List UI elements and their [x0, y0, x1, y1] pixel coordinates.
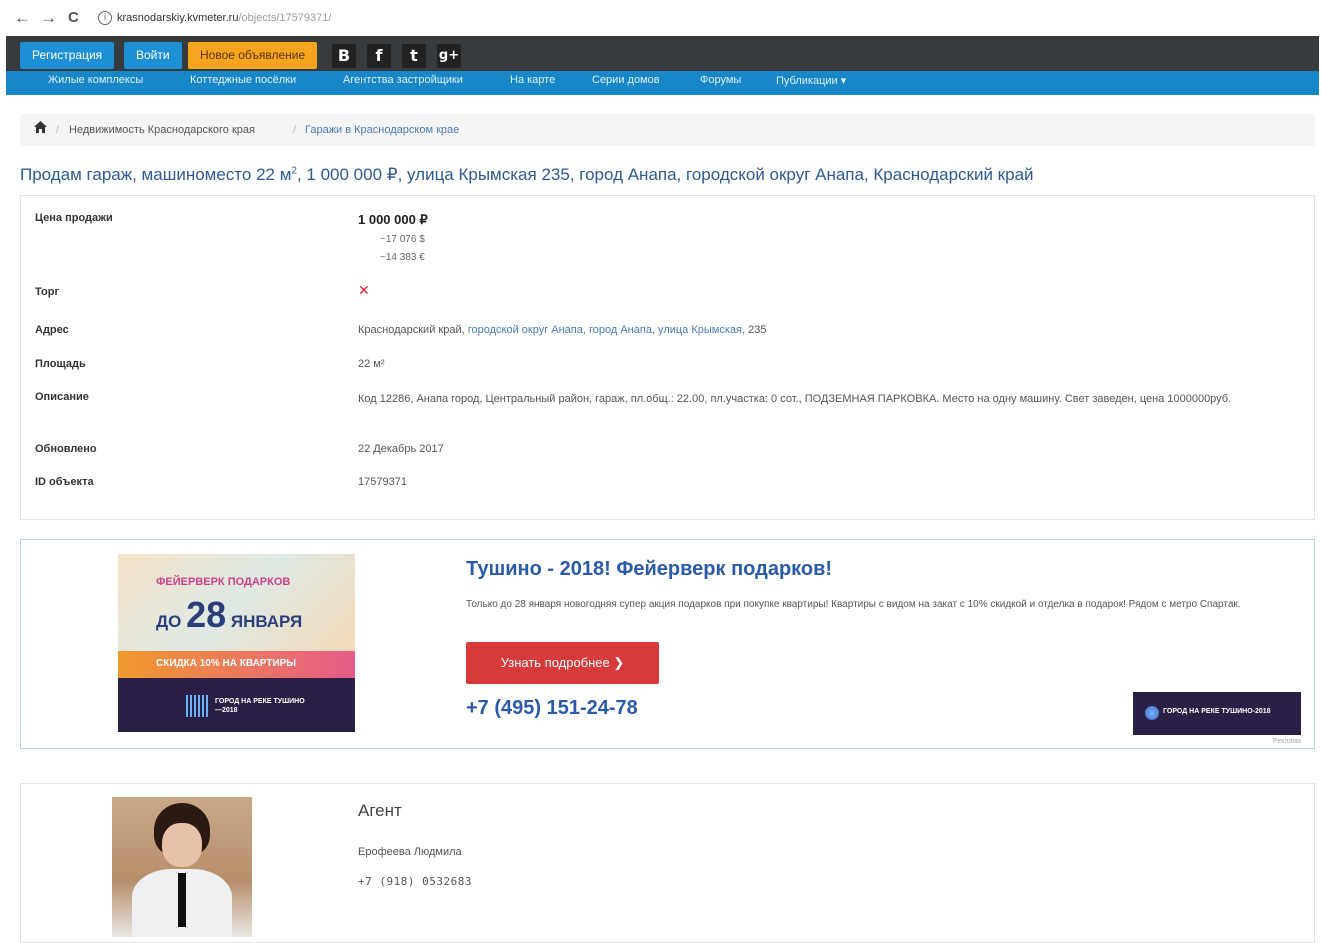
menu-item-series[interactable]: Серии домов: [592, 74, 660, 86]
ad-text: Только до 28 января новогодняя супер акц…: [466, 599, 1241, 610]
ad-phone[interactable]: +7 (495) 151-24-78: [466, 697, 638, 720]
ad-small-banner-text: ГОРОД НА РЕКЕ ТУШИНО-2018: [1163, 708, 1271, 715]
forward-icon[interactable]: →: [40, 9, 57, 27]
menu-item-cottages[interactable]: Коттеджные посёлки: [190, 74, 296, 86]
price-usd: ~17 076 $: [380, 234, 425, 245]
address-value: Краснодарский край, городской округ Анап…: [358, 324, 766, 336]
description-label: Описание: [35, 391, 89, 403]
price-eur: ~14 383 €: [380, 252, 425, 263]
description-value: Код 12286, Анапа город, Центральный райо…: [358, 393, 1232, 405]
agent-heading: Агент: [358, 801, 402, 820]
url-path: /objects/17579371/: [238, 12, 332, 24]
price-value: 1 000 000 ₽: [358, 212, 428, 227]
url-host: krasnodarskiy.kvmeter.ru: [117, 12, 239, 24]
menu-item-publications[interactable]: Публикации ▾: [776, 74, 846, 87]
ad-title[interactable]: Тушино - 2018! Фейерверк подарков!: [466, 558, 832, 581]
agent-phone[interactable]: +7 (918) 0532683: [358, 875, 472, 888]
breadcrumb-separator: /: [56, 124, 60, 136]
area-value: 22 м²: [358, 358, 385, 370]
ad-image[interactable]: ФЕЙЕРВЕРК ПОДАРКОВ ДО 28 ЯНВАРЯ СКИДКА 1…: [118, 554, 355, 732]
updated-value: 22 Декабрь 2017: [358, 443, 444, 455]
twitter-icon[interactable]: t: [402, 44, 426, 68]
back-icon[interactable]: ←: [14, 9, 31, 27]
ad-image-discount: СКИДКА 10% НА КВАРТИРЫ: [156, 658, 297, 669]
menu-item-agencies[interactable]: Агентства застройщики: [343, 74, 463, 86]
breadcrumb-item-region[interactable]: Недвижимость Краснодарского края: [69, 124, 255, 136]
menu-item-map[interactable]: На карте: [510, 74, 555, 86]
logo-icon: [1145, 706, 1159, 720]
register-button[interactable]: Регистрация: [20, 42, 115, 69]
facebook-icon[interactable]: f: [367, 44, 391, 68]
address-house: 235: [748, 324, 767, 336]
updated-label: Обновлено: [35, 443, 97, 455]
ad-image-logo-text: ГОРОД НА РЕКЕ ТУШИНО—2018: [215, 698, 305, 714]
learn-more-button[interactable]: Узнать подробнее ❯: [466, 642, 659, 684]
price-label: Цена продажи: [35, 212, 113, 224]
id-value: 17579371: [358, 476, 407, 488]
login-button[interactable]: Войти: [124, 42, 182, 69]
page-title: Продам гараж, машиноместо 22 м2, 1 000 0…: [20, 165, 1034, 184]
menu-item-complexes[interactable]: Жилые комплексы: [48, 74, 143, 86]
address-link[interactable]: городской округ Анапа, город Анапа, улиц…: [468, 324, 745, 336]
address-label: Адрес: [35, 324, 69, 336]
address-bar[interactable]: krasnodarskiy.kvmeter.ru/objects/1757937…: [117, 12, 331, 24]
cross-icon: ✕: [358, 283, 370, 299]
reload-icon[interactable]: C: [68, 9, 79, 27]
agent-photo: [112, 797, 252, 937]
logo-icon: [186, 695, 210, 717]
address-region: Краснодарский край,: [358, 324, 465, 336]
details-panel: [20, 195, 1315, 520]
ad-small-banner[interactable]: ГОРОД НА РЕКЕ ТУШИНО-2018: [1133, 692, 1301, 735]
new-ad-button[interactable]: Новое объявление: [188, 42, 318, 69]
area-label: Площадь: [35, 358, 86, 370]
info-icon[interactable]: i: [98, 11, 112, 25]
breadcrumb-item-garages[interactable]: Гаражи в Краснодарском крае: [305, 124, 459, 136]
breadcrumb-separator: /: [293, 124, 297, 136]
home-icon[interactable]: [34, 121, 47, 136]
torg-label: Торг: [35, 286, 60, 298]
id-label: ID объекта: [35, 476, 94, 488]
ad-mark: Реклама: [1273, 738, 1302, 745]
google-plus-icon[interactable]: g+: [437, 44, 461, 68]
vk-icon[interactable]: B: [332, 44, 356, 68]
agent-name: Ерофеева Людмила: [358, 846, 462, 858]
ad-image-headline: ФЕЙЕРВЕРК ПОДАРКОВ: [156, 576, 291, 588]
menu-item-forums[interactable]: Форумы: [700, 74, 741, 86]
ad-image-date: ДО 28 ЯНВАРЯ: [156, 594, 303, 635]
